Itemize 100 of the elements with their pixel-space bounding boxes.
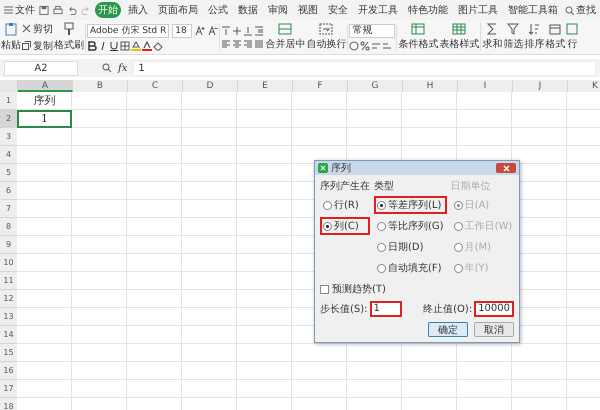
radio-option[interactable]: 等差序列(L) [374,196,447,214]
font-color-icon[interactable] [142,40,152,50]
row-header[interactable]: 14 [0,326,17,344]
row-header[interactable]: 4 [0,146,17,164]
format-button[interactable]: 格式 [545,23,566,51]
row-header[interactable]: 17 [0,380,17,398]
stop-input[interactable]: 10000 [474,301,514,317]
radio-button[interactable] [323,222,332,230]
paste-button[interactable]: 粘贴 [1,22,21,52]
radio-option[interactable]: 自动填充(F) [374,259,447,277]
align-top-icon[interactable] [221,26,232,36]
radio-button[interactable] [377,242,386,252]
function-label[interactable]: fx [118,62,128,74]
radio-button[interactable] [377,264,386,272]
filter-button[interactable]: 筛选 [503,23,524,51]
ribbon-tab[interactable]: 审阅 [265,2,291,18]
align-right-icon[interactable] [243,38,254,48]
underline-icon[interactable] [109,40,119,50]
row-header[interactable]: 13 [0,308,17,326]
row-header[interactable]: 3 [0,128,17,146]
ribbon-tab[interactable]: 公式 [205,2,231,18]
ribbon-tab[interactable]: 特色功能 [405,2,451,18]
ribbon-tab[interactable]: 安全 [325,2,351,18]
align-left-icon[interactable] [221,38,232,48]
trend-checkbox[interactable]: 预测趋势(T) [320,282,514,296]
row-header[interactable]: 12 [0,290,17,308]
search-button[interactable]: 查找 [565,3,596,17]
sort-button[interactable]: 排序 [524,23,544,51]
column-header[interactable]: J [513,80,568,92]
wrap-text-button[interactable]: 自动换行 [306,23,346,51]
radio-option[interactable]: 行(R) [320,196,370,214]
row-header[interactable]: 9 [0,236,17,254]
indent-icon[interactable] [254,26,264,36]
number-format-dropdown[interactable]: 常规 [349,24,396,38]
row-header[interactable]: 5 [0,164,17,182]
dialog-button[interactable]: 取消 [474,322,514,337]
radio-option[interactable]: 日期(D) [374,238,447,256]
ribbon-tab[interactable]: 数据 [235,2,261,18]
ribbon-tab[interactable]: 智能工具箱 [505,2,561,18]
row-header[interactable]: 10 [0,254,17,272]
percent-icon[interactable] [360,40,370,50]
row-header[interactable]: 16 [0,362,17,380]
ribbon-tab[interactable]: 视图 [295,2,321,18]
conditional-format-button[interactable]: 条件格式 [398,23,438,51]
radio-option[interactable]: 列(C) [320,217,370,235]
column-header[interactable]: K [568,80,600,92]
row-header[interactable]: 6 [0,182,17,200]
formula-input[interactable]: 1 [133,60,596,76]
column-header[interactable]: D [183,80,238,92]
column-header[interactable]: I [458,80,513,92]
cut-button[interactable]: 剪切 [22,22,53,36]
row-header[interactable]: 2 [0,110,17,128]
decrease-font-icon[interactable] [208,26,218,36]
column-header[interactable]: E [238,80,293,92]
radio-button[interactable] [377,200,386,210]
justify-icon[interactable] [254,38,264,48]
table-style-button[interactable]: 表格样式 [439,23,480,51]
column-header[interactable]: H [403,80,458,92]
print-icon[interactable] [53,4,63,16]
rows-columns-button[interactable]: 行 [566,23,578,51]
align-center-icon[interactable] [232,38,242,48]
column-header[interactable]: C [128,80,183,92]
align-bottom-icon[interactable] [243,26,254,36]
column-header[interactable]: B [73,80,128,92]
name-box[interactable]: A2 [4,60,78,76]
ribbon-tab[interactable]: 插入 [125,2,151,18]
file-menu-button[interactable]: 文件 [4,3,35,17]
ribbon-tab[interactable]: 图片工具 [455,2,501,18]
close-button[interactable] [496,163,516,173]
column-header[interactable]: A [18,80,73,92]
radio-button[interactable] [377,222,386,230]
save-icon[interactable] [39,4,49,16]
border-icon[interactable] [120,40,130,50]
copy-button[interactable]: 复制 [22,38,53,52]
format-painter-button[interactable]: 格式刷 [54,22,84,52]
row-header[interactable]: 18 [0,398,17,410]
merge-center-button[interactable]: 合并居中 [265,23,306,51]
step-input[interactable]: 1 [370,301,402,317]
column-header[interactable]: F [293,80,348,92]
dialog-button[interactable]: 确定 [428,322,468,337]
radio-option[interactable]: 等比序列(G) [374,217,447,235]
bold-icon[interactable] [87,40,97,50]
font-name-dropdown[interactable]: Adobe 仿宋 Std R [87,24,170,38]
ribbon-tab[interactable]: 页面布局 [155,2,201,18]
radio-button[interactable] [323,200,332,210]
row-header[interactable]: 1 [0,92,17,110]
row-header[interactable]: 11 [0,272,17,290]
font-size-dropdown[interactable]: 18 [172,24,192,38]
align-middle-icon[interactable] [232,26,242,36]
sum-button[interactable]: 求和 [482,23,502,51]
column-header[interactable]: G [348,80,403,92]
eraser-icon[interactable] [153,40,163,50]
ribbon-tab[interactable]: 开发工具 [355,2,401,18]
ribbon-tab[interactable]: 开始 [95,2,121,18]
increase-font-icon[interactable] [195,26,206,36]
undo-icon[interactable] [67,4,77,16]
row-header[interactable]: 8 [0,218,17,236]
zoom-icon[interactable] [102,63,112,73]
row-header[interactable]: 7 [0,200,17,218]
fill-color-icon[interactable] [131,40,141,50]
